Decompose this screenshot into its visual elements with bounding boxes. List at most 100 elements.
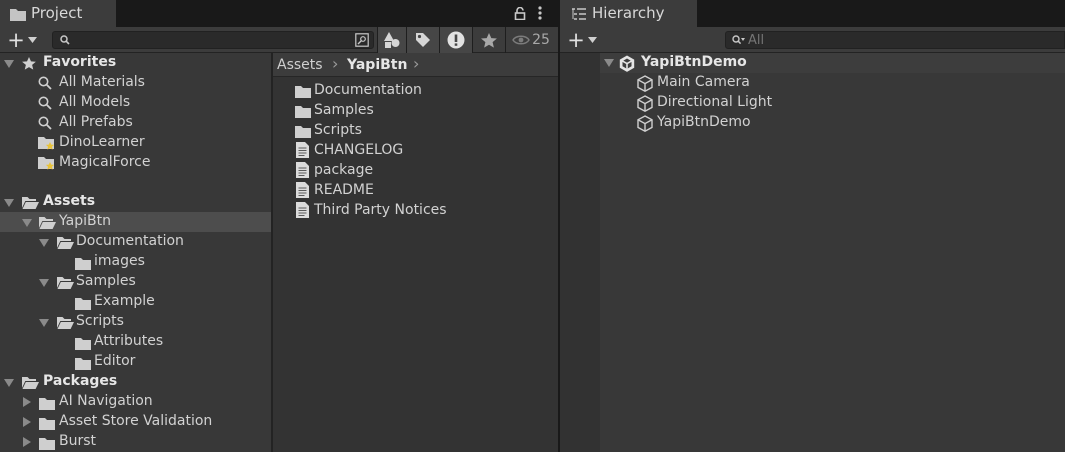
folder-icon bbox=[38, 435, 56, 451]
project-search-field[interactable] bbox=[52, 31, 374, 49]
content-third-party-notices[interactable]: Third Party Notices bbox=[314, 200, 447, 220]
warning-icon bbox=[447, 31, 465, 49]
editor-folder[interactable]: Editor bbox=[94, 351, 135, 371]
folder-icon bbox=[74, 295, 92, 311]
kebab-menu-icon[interactable] bbox=[534, 5, 546, 21]
content-documentation[interactable]: Documentation bbox=[314, 80, 422, 100]
expand-arrow-icon[interactable] bbox=[21, 435, 33, 449]
hierarchy-tab[interactable]: Hierarchy bbox=[560, 0, 697, 27]
expand-arrow-icon[interactable] bbox=[21, 415, 33, 429]
images-folder[interactable]: images bbox=[94, 251, 145, 271]
favorites-header[interactable]: Favorites bbox=[43, 52, 116, 72]
favorite-dinolearner[interactable]: DinoLearner bbox=[59, 132, 145, 152]
content-changelog[interactable]: CHANGELOG bbox=[314, 140, 403, 160]
assets-folder[interactable]: Assets bbox=[43, 191, 95, 211]
breadcrumb-separator: › bbox=[413, 54, 420, 73]
breadcrumb-yapibtn[interactable]: YapiBtn bbox=[347, 55, 407, 75]
project-search-input[interactable] bbox=[75, 33, 345, 47]
folder-icon bbox=[294, 123, 312, 139]
search-icon bbox=[37, 75, 53, 91]
package-asset-store-validation[interactable]: Asset Store Validation bbox=[59, 411, 212, 431]
collapse-arrow-icon[interactable] bbox=[603, 57, 615, 69]
hierarchy-main-camera[interactable]: Main Camera bbox=[657, 72, 750, 92]
content-readme[interactable]: README bbox=[314, 180, 374, 200]
search-icon bbox=[37, 115, 53, 131]
text-file-icon bbox=[294, 181, 310, 199]
folder-icon bbox=[74, 255, 92, 271]
favorite-folder-icon bbox=[37, 135, 55, 151]
package-burst[interactable]: Burst bbox=[59, 431, 96, 451]
folder-icon bbox=[9, 6, 27, 22]
visibility-toggle[interactable]: 25 bbox=[506, 27, 556, 53]
search-by-type-icon[interactable] bbox=[353, 32, 371, 48]
star-icon bbox=[480, 31, 498, 49]
gameobject-cube-icon bbox=[636, 94, 654, 112]
hierarchy-directional-light[interactable]: Directional Light bbox=[657, 92, 772, 112]
visible-count: 25 bbox=[532, 32, 550, 48]
search-icon bbox=[59, 34, 71, 46]
yapibtn-folder[interactable]: YapiBtn bbox=[59, 211, 111, 231]
content-scripts[interactable]: Scripts bbox=[314, 120, 362, 140]
favorite-magicalforce[interactable]: MagicalForce bbox=[59, 152, 150, 172]
hierarchy-yapibtndemo[interactable]: YapiBtnDemo bbox=[657, 112, 751, 132]
hierarchy-gutter bbox=[560, 53, 600, 452]
tag-icon bbox=[414, 31, 432, 49]
package-ai-navigation[interactable]: AI Navigation bbox=[59, 391, 153, 411]
example-folder[interactable]: Example bbox=[94, 291, 155, 311]
star-icon bbox=[21, 55, 37, 71]
collapse-arrow-icon[interactable] bbox=[3, 377, 15, 389]
hierarchy-tab-label: Hierarchy bbox=[592, 4, 665, 22]
plus-icon: + bbox=[7, 28, 25, 52]
collapse-arrow-icon[interactable] bbox=[21, 217, 33, 229]
project-window: Project + 25 Favorites All Materials All… bbox=[0, 0, 558, 452]
text-file-icon bbox=[294, 201, 310, 219]
filter-by-label-button[interactable] bbox=[407, 27, 439, 53]
folder-icon bbox=[294, 83, 312, 99]
scene-name[interactable]: YapiBtnDemo bbox=[641, 52, 747, 72]
project-tab-label: Project bbox=[31, 4, 83, 22]
collapse-arrow-icon[interactable] bbox=[3, 58, 15, 70]
folder-icon bbox=[294, 103, 312, 119]
favorite-all-prefabs[interactable]: All Prefabs bbox=[59, 112, 133, 132]
search-icon bbox=[37, 95, 53, 111]
favorite-all-materials[interactable]: All Materials bbox=[59, 72, 145, 92]
folder-open-icon bbox=[56, 314, 74, 330]
collapse-arrow-icon[interactable] bbox=[38, 237, 50, 249]
collapse-arrow-icon[interactable] bbox=[38, 277, 50, 289]
filter-by-type-button[interactable] bbox=[378, 27, 406, 53]
project-tab[interactable]: Project bbox=[0, 0, 116, 27]
search-filter-icon bbox=[731, 34, 745, 46]
create-button[interactable]: + bbox=[4, 27, 40, 53]
hierarchy-create-button[interactable]: + bbox=[564, 27, 600, 53]
expand-arrow-icon[interactable] bbox=[21, 395, 33, 409]
samples-folder[interactable]: Samples bbox=[76, 271, 136, 291]
lock-icon[interactable] bbox=[512, 5, 528, 21]
attributes-folder[interactable]: Attributes bbox=[94, 331, 163, 351]
scripts-folder[interactable]: Scripts bbox=[76, 311, 124, 331]
hierarchy-search-input[interactable] bbox=[748, 32, 1048, 48]
favorite-all-models[interactable]: All Models bbox=[59, 92, 130, 112]
dropdown-caret-icon bbox=[27, 36, 37, 45]
packages-folder[interactable]: Packages bbox=[43, 371, 117, 391]
folder-tree: Favorites All Materials All Models All P… bbox=[0, 53, 271, 452]
content-samples[interactable]: Samples bbox=[314, 100, 374, 120]
hierarchy-window: Hierarchy + YapiBtnDemo Main Camera Dire… bbox=[560, 0, 1065, 452]
breadcrumb-assets[interactable]: Assets bbox=[277, 55, 323, 75]
favorite-button[interactable] bbox=[473, 27, 505, 53]
eye-icon bbox=[512, 33, 530, 47]
folder-icon bbox=[38, 415, 56, 431]
folder-icon bbox=[74, 355, 92, 371]
collapse-arrow-icon[interactable] bbox=[3, 197, 15, 209]
folder-open-icon bbox=[38, 214, 56, 230]
shapes-icon bbox=[383, 31, 401, 49]
hierarchy-search-field[interactable] bbox=[725, 31, 1065, 49]
collapse-arrow-icon[interactable] bbox=[38, 317, 50, 329]
hierarchy-list-icon bbox=[571, 6, 587, 22]
dropdown-caret-icon bbox=[587, 36, 597, 45]
text-file-icon bbox=[294, 141, 310, 159]
gameobject-cube-icon bbox=[636, 114, 654, 132]
content-package[interactable]: package bbox=[314, 160, 373, 180]
log-filter-button[interactable] bbox=[440, 27, 472, 53]
folder-open-icon bbox=[21, 194, 39, 210]
documentation-folder[interactable]: Documentation bbox=[76, 231, 184, 251]
